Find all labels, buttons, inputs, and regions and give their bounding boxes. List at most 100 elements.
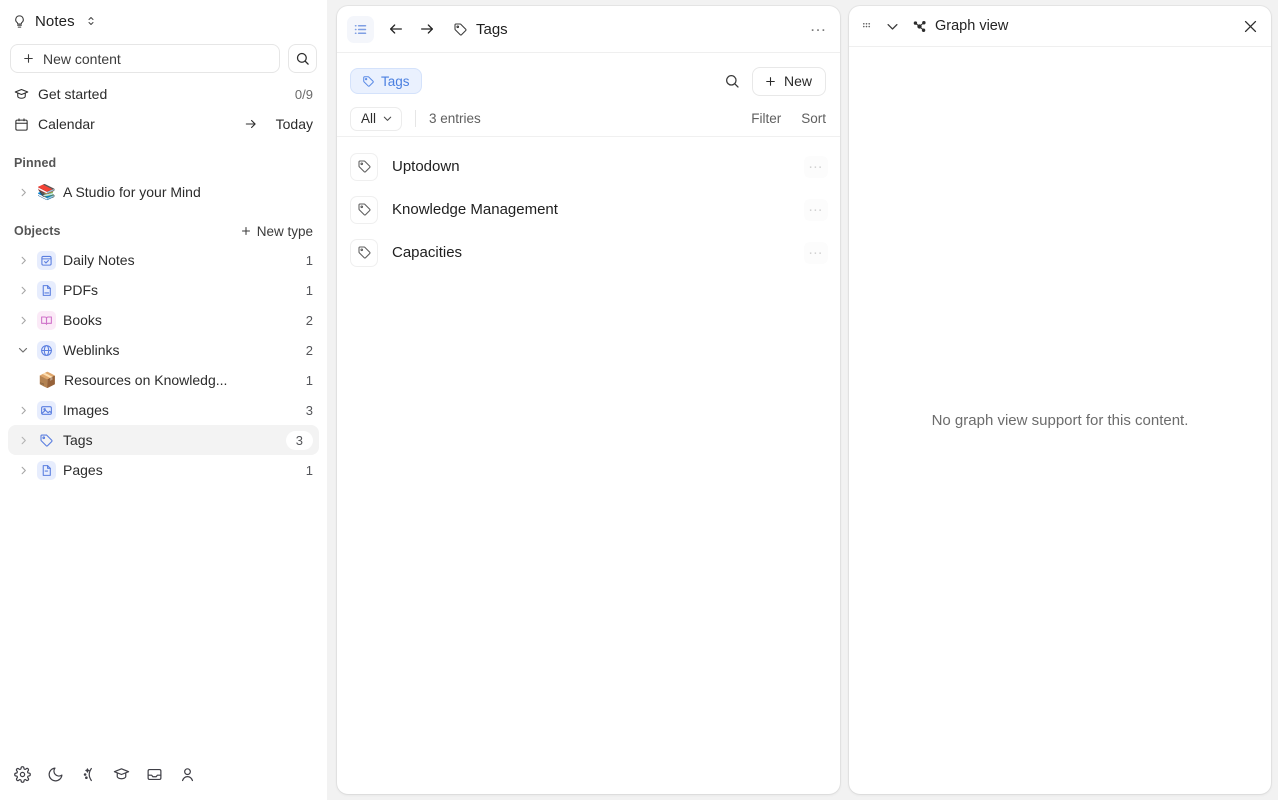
- open-book-icon: [37, 310, 56, 330]
- chevron-right-icon[interactable]: [16, 187, 30, 198]
- sidebar-subitem-resources[interactable]: 📦 Resources on Knowledg... 1: [8, 365, 319, 395]
- search-icon[interactable]: [724, 73, 740, 89]
- sidebar-item-count: 1: [305, 252, 313, 268]
- chevron-down-icon: [382, 113, 393, 124]
- graduation-cap-icon[interactable]: [113, 766, 130, 783]
- list-item-more-icon[interactable]: …: [804, 155, 828, 178]
- graph-view-body: No graph view support for this content.: [849, 47, 1271, 794]
- chevron-right-icon[interactable]: [16, 435, 30, 446]
- tag-icon: [37, 431, 56, 450]
- tag-icon: [350, 238, 378, 267]
- sidebar-item-pages[interactable]: Pages 1: [8, 455, 319, 485]
- ellipsis-icon[interactable]: …: [810, 16, 829, 42]
- entry-count-label: 3 entries: [429, 111, 481, 126]
- sidebar-item-label: Images: [63, 402, 109, 418]
- chevron-down-icon[interactable]: [16, 344, 30, 356]
- content-panel: Tags … Tags New All 3 entries Filter Sor…: [337, 6, 840, 794]
- chevron-down-icon[interactable]: [885, 19, 900, 34]
- globe-icon: [37, 340, 56, 360]
- new-content-button[interactable]: New content: [10, 44, 280, 73]
- objects-section-header: Objects New type: [0, 217, 327, 245]
- breadcrumb[interactable]: Tags: [453, 21, 508, 38]
- arrow-right-icon: [243, 117, 259, 131]
- sort-button[interactable]: Sort: [801, 111, 826, 126]
- list-item[interactable]: Knowledge Management …: [337, 188, 840, 231]
- graph-view-toolbar: Graph view: [849, 6, 1271, 47]
- new-type-label: New type: [256, 223, 313, 239]
- new-entry-label: New: [783, 73, 812, 89]
- chevron-right-icon[interactable]: [16, 255, 30, 266]
- list-item-more-icon[interactable]: …: [804, 198, 828, 221]
- graph-view-panel: Graph view No graph view support for thi…: [849, 6, 1271, 794]
- calendar-icon: [14, 117, 29, 132]
- sidebar-item-label: Weblinks: [63, 342, 120, 358]
- chevron-right-icon[interactable]: [16, 465, 30, 476]
- sidebar-space-header[interactable]: Notes: [0, 0, 327, 42]
- ai-sparkle-icon[interactable]: [80, 766, 97, 783]
- lightbulb-icon: [12, 14, 27, 29]
- sidebar-item-label: Pages: [63, 462, 103, 478]
- chevron-right-icon[interactable]: [16, 315, 30, 326]
- app-root: Notes New content Get started 0/9 Calend…: [0, 0, 1278, 800]
- books-emoji-icon: 📚: [37, 183, 56, 201]
- tag-icon: [350, 152, 378, 181]
- forward-button[interactable]: [418, 21, 436, 37]
- sidebar-item-daily-notes[interactable]: Daily Notes 1: [8, 245, 319, 275]
- sidebar-item-count: 2: [305, 312, 313, 328]
- chevron-right-icon[interactable]: [16, 285, 30, 296]
- list-view-icon[interactable]: [347, 15, 374, 43]
- back-button[interactable]: [387, 21, 405, 37]
- user-account-icon[interactable]: [179, 766, 196, 783]
- pinned-section-header: Pinned: [0, 149, 327, 177]
- sidebar-item-count: 3: [305, 402, 313, 418]
- calendar-label: Calendar: [38, 116, 95, 132]
- close-icon[interactable]: [1242, 18, 1259, 35]
- list-item-name: Capacities: [392, 244, 463, 261]
- pinned-item-studio[interactable]: 📚 A Studio for your Mind: [8, 177, 319, 207]
- sidebar-item-books[interactable]: Books 2: [8, 305, 319, 335]
- sidebar-item-images[interactable]: Images 3: [8, 395, 319, 425]
- graduation-cap-icon: [14, 87, 29, 102]
- sidebar-item-count: 1: [305, 372, 313, 388]
- entries-list: Uptodown … Knowledge Management … Capaci…: [337, 137, 840, 794]
- filter-button[interactable]: Filter: [751, 111, 781, 126]
- graph-node-icon: [912, 19, 927, 34]
- calendar-today-label[interactable]: Today: [276, 116, 313, 132]
- get-started-progress: 0/9: [294, 86, 313, 102]
- sidebar-item-get-started[interactable]: Get started 0/9: [8, 79, 319, 109]
- inbox-icon[interactable]: [146, 766, 163, 783]
- sidebar-item-label: Books: [63, 312, 102, 328]
- divider: [415, 110, 417, 127]
- content-meta-bar: All 3 entries Filter Sort: [337, 101, 840, 137]
- sidebar-search-row: New content: [0, 44, 327, 73]
- settings-gear-icon[interactable]: [14, 765, 31, 783]
- filter-chip-tags[interactable]: Tags: [350, 68, 422, 94]
- chevron-right-icon[interactable]: [16, 405, 30, 416]
- plus-icon: [240, 225, 252, 237]
- sidebar-search-button[interactable]: [288, 44, 317, 73]
- plus-icon: [764, 75, 777, 88]
- graph-view-title-group: Graph view: [912, 18, 1008, 34]
- tag-icon: [362, 75, 375, 88]
- sidebar-item-weblinks[interactable]: Weblinks 2: [8, 335, 319, 365]
- graph-view-empty-message: No graph view support for this content.: [931, 411, 1189, 429]
- list-item[interactable]: Uptodown …: [337, 145, 840, 188]
- sidebar-item-tags[interactable]: Tags 3: [8, 425, 319, 455]
- content-filter-bar: Tags New: [337, 61, 840, 101]
- sidebar-item-count: 2: [305, 342, 313, 358]
- new-entry-button[interactable]: New: [751, 66, 826, 96]
- list-item[interactable]: Capacities …: [337, 231, 840, 274]
- moon-icon[interactable]: [47, 766, 64, 783]
- sidebar-item-calendar[interactable]: Calendar Today: [8, 109, 319, 139]
- scope-selector[interactable]: All: [350, 106, 403, 131]
- drag-grip-icon[interactable]: [860, 20, 873, 33]
- list-item-more-icon[interactable]: …: [804, 241, 828, 264]
- search-icon: [295, 51, 310, 66]
- sidebar-item-count: 3: [285, 430, 313, 450]
- sidebar-item-label: Resources on Knowledg...: [64, 372, 228, 388]
- sidebar-item-pdfs[interactable]: PDFs 1: [8, 275, 319, 305]
- new-type-button[interactable]: New type: [240, 224, 313, 239]
- calendar-check-icon: [37, 250, 56, 270]
- chevron-updown-icon[interactable]: [85, 14, 97, 28]
- page-file-icon: [37, 460, 56, 480]
